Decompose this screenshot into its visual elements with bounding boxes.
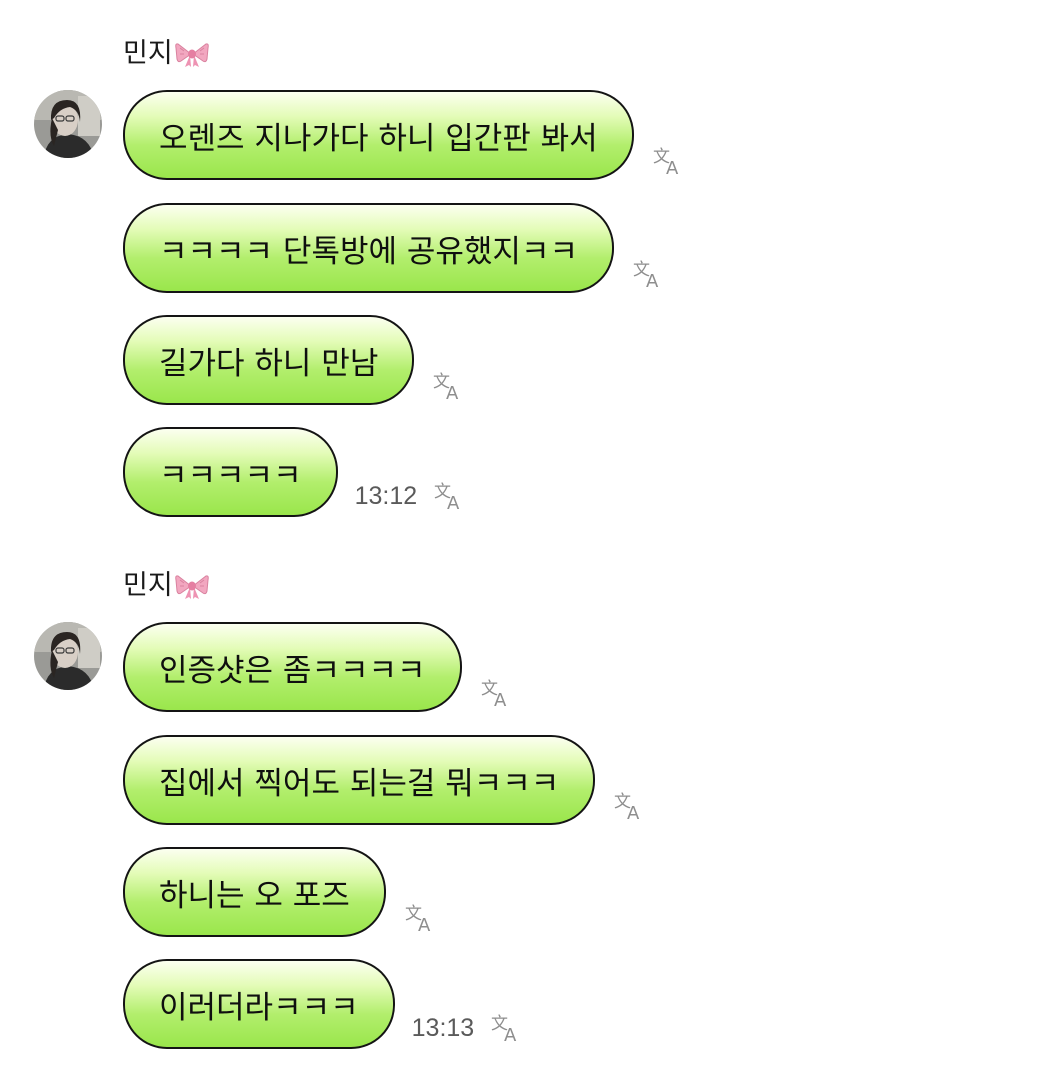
translate-icon[interactable]: 文 A (489, 1009, 525, 1045)
message-row: 이러더라ㅋㅋㅋ 13:13 文 A (123, 959, 525, 1049)
message-row: 하니는 오 포즈 文 A (123, 847, 439, 937)
message-text: 길가다 하니 만남 (159, 345, 379, 382)
message-text: 하니는 오 포즈 (159, 877, 350, 914)
message-row: 집에서 찍어도 되는걸 뭐ㅋㅋㅋ 文 A (123, 735, 648, 825)
message-bubble[interactable]: 하니는 오 포즈 (123, 847, 386, 937)
sender-name-row: 민지 (123, 38, 209, 70)
message-bubble[interactable]: 길가다 하니 만남 (123, 315, 415, 405)
translate-icon[interactable]: 文 A (403, 899, 439, 935)
message-bubble[interactable]: ㅋㅋㅋㅋㅋ (123, 427, 338, 517)
svg-text:A: A (446, 383, 459, 403)
message-text: ㅋㅋㅋㅋㅋ (159, 457, 302, 494)
message-bubble[interactable]: 인증샷은 좀ㅋㅋㅋㅋ (123, 622, 462, 712)
message-bubble[interactable]: 이러더라ㅋㅋㅋ (123, 959, 395, 1049)
avatar[interactable] (34, 622, 102, 690)
message-bubble[interactable]: 집에서 찍어도 되는걸 뭐ㅋㅋㅋ (123, 735, 596, 825)
message-bubble[interactable]: 오렌즈 지나가다 하니 입간판 봐서 (123, 90, 634, 180)
avatar[interactable] (34, 90, 102, 158)
message-text: 이러더라ㅋㅋㅋ (159, 989, 359, 1026)
message-row: ㅋㅋㅋㅋ 단톡방에 공유했지ㅋㅋ 文 A (123, 203, 667, 293)
bow-ribbon-icon (174, 575, 209, 599)
sender-name: 민지 (123, 38, 173, 69)
sender-name-row: 민지 (123, 570, 209, 602)
svg-text:A: A (666, 158, 679, 178)
svg-text:A: A (494, 690, 507, 710)
message-row: 길가다 하니 만남 文 A (123, 315, 467, 405)
sender-name: 민지 (123, 570, 173, 601)
message-row: 인증샷은 좀ㅋㅋㅋㅋ 文 A (123, 622, 515, 712)
message-row: 오렌즈 지나가다 하니 입간판 봐서 文 A (123, 90, 687, 180)
translate-icon[interactable]: 文 A (432, 477, 468, 513)
translate-icon[interactable]: 文 A (612, 787, 648, 823)
message-text: 집에서 찍어도 되는걸 뭐ㅋㅋㅋ (159, 765, 560, 802)
svg-text:A: A (504, 1025, 517, 1045)
translate-icon[interactable]: 文 A (631, 255, 667, 291)
svg-text:A: A (646, 271, 659, 291)
translate-icon[interactable]: 文 A (431, 367, 467, 403)
translate-icon[interactable]: 文 A (479, 674, 515, 710)
message-bubble[interactable]: ㅋㅋㅋㅋ 단톡방에 공유했지ㅋㅋ (123, 203, 614, 293)
message-timestamp: 13:13 (411, 1014, 475, 1042)
svg-text:A: A (418, 915, 431, 935)
message-text: 오렌즈 지나가다 하니 입간판 봐서 (159, 120, 598, 157)
message-text: 인증샷은 좀ㅋㅋㅋㅋ (159, 652, 426, 689)
bow-ribbon-icon (174, 43, 209, 67)
message-text: ㅋㅋㅋㅋ 단톡방에 공유했지ㅋㅋ (159, 233, 578, 270)
message-timestamp: 13:12 (354, 482, 418, 510)
translate-icon[interactable]: 文 A (651, 142, 687, 178)
svg-text:A: A (627, 803, 640, 823)
message-row: ㅋㅋㅋㅋㅋ 13:12 文 A (123, 427, 468, 517)
svg-text:A: A (447, 493, 460, 513)
